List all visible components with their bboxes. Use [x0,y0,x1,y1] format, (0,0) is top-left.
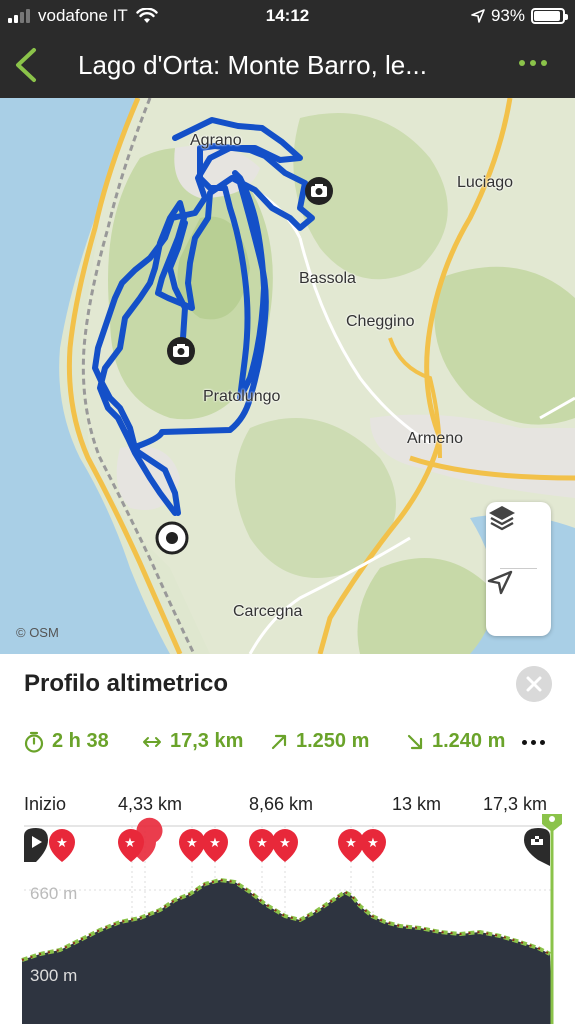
place-label: Carcegna [233,603,303,620]
place-label: Cheggino [346,313,415,330]
finish-flag-icon[interactable] [524,828,550,866]
navigation-arrow-icon [487,570,513,595]
svg-text:★: ★ [209,836,221,851]
place-label: Bassola [299,270,356,287]
y-axis-label: 660 m [30,884,78,903]
svg-text:★: ★ [279,836,291,851]
ascent-value: 1.250 m [296,730,370,752]
layers-icon [489,506,515,531]
x-axis-label: 13 km [392,794,442,814]
stats-more-icon[interactable] [522,740,545,745]
ascent-arrow-icon [271,734,287,749]
route-map[interactable]: Agrano Luciago Bassola Cheggino Pratolun… [0,98,575,654]
x-axis-label: 4,33 km [118,794,183,814]
more-options-icon[interactable] [519,60,547,66]
stats-row: 2 h 38 17,3 km 1.250 m 1.240 m [24,730,575,756]
back-chevron-icon[interactable] [10,46,44,84]
svg-text:★: ★ [256,836,268,851]
svg-text:★: ★ [124,836,136,851]
status-bar: vodafone IT 14:12 93% [0,0,575,32]
start-flag-icon[interactable] [24,828,48,862]
elevation-panel: Profilo altimetrico 2 h 38 17,3 km 1.250… [0,654,575,1024]
page-title: Lago d'Orta: Monte Barro, le... [78,50,427,80]
panel-title: Profilo altimetrico [24,670,229,697]
x-axis-label: 17,3 km [483,794,548,814]
svg-text:★: ★ [186,836,198,851]
place-label: Luciago [457,174,514,191]
battery-percent: 93% [490,6,525,25]
descent-value: 1.240 m [432,730,506,752]
stopwatch-icon [24,731,44,753]
nav-bar: Lago d'Orta: Monte Barro, le... [0,32,575,98]
battery-icon [531,8,568,24]
svg-text:★: ★ [367,836,379,851]
svg-text:★: ★ [56,836,68,851]
map-controls [486,502,551,636]
elevation-area [22,880,552,1024]
photo-pin-icon[interactable] [304,176,334,206]
location-arrow-icon [471,9,485,23]
descent-arrow-icon [407,734,423,749]
place-label: Pratolungo [203,388,281,405]
map-attribution: © OSM [16,625,59,640]
elevation-chart[interactable]: ★ ★ ★ ★ ★ ★ ★ ★ [0,814,575,1024]
svg-text:★: ★ [345,836,357,851]
layers-button[interactable] [486,502,551,569]
x-axis-label: Inizio [24,794,67,814]
y-axis-label: 300 m [30,966,78,985]
duration-value: 2 h 38 [52,730,109,752]
place-label: Agrano [190,132,242,149]
place-label: Armeno [407,430,464,447]
photo-pin-icon[interactable] [166,336,196,366]
locate-button[interactable] [486,569,551,636]
x-axis-label: 8,66 km [249,794,314,814]
distance-value: 17,3 km [170,730,244,752]
close-icon[interactable] [516,666,552,702]
distance-arrows-icon [143,736,161,747]
